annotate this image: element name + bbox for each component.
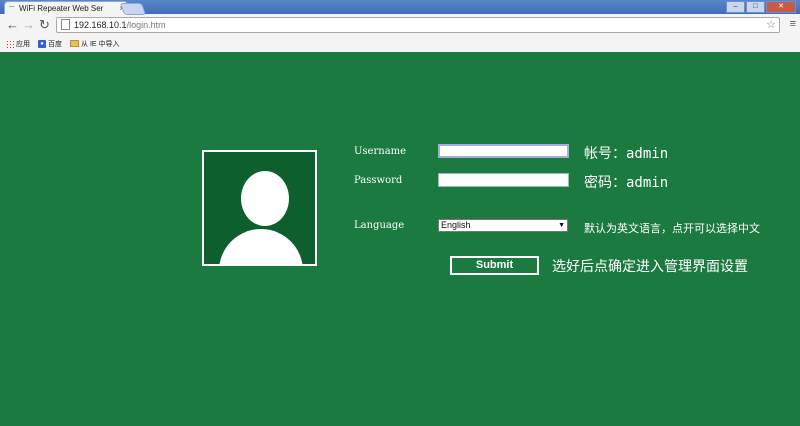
bookmarks-bar: 应用 ● 百度 从 IE 中导入 bbox=[0, 36, 120, 51]
avatar-head-icon bbox=[241, 171, 289, 226]
tab-bar: ⌔ WiFi Repeater Web Ser × – □ ✕ bbox=[0, 0, 800, 15]
address-bar[interactable]: 192.168.10.1/login.htm ☆ bbox=[56, 17, 780, 33]
password-input[interactable] bbox=[438, 173, 569, 187]
wifi-icon: ⌔ bbox=[8, 4, 16, 13]
language-select[interactable]: English ▼ bbox=[438, 219, 568, 232]
username-input[interactable] bbox=[438, 144, 569, 158]
page-icon bbox=[61, 19, 70, 30]
minimize-button[interactable]: – bbox=[726, 1, 745, 13]
browser-tab[interactable]: ⌔ WiFi Repeater Web Ser × bbox=[4, 1, 128, 14]
bookmark-baidu[interactable]: ● 百度 bbox=[38, 39, 62, 49]
window-controls: – □ ✕ bbox=[726, 1, 796, 13]
bookmark-star-icon[interactable]: ☆ bbox=[766, 18, 776, 32]
baidu-icon: ● bbox=[38, 39, 46, 48]
submit-hint: 选好后点确定进入管理界面设置 bbox=[552, 259, 748, 275]
bookmark-import-ie[interactable]: 从 IE 中导入 bbox=[70, 39, 120, 49]
browser-chrome: ⌔ WiFi Repeater Web Ser × – □ ✕ ← → ↻ 19… bbox=[0, 0, 800, 53]
nav-row: ← → ↻ 192.168.10.1/login.htm ☆ ≡ bbox=[0, 14, 800, 36]
username-hint: 帐号：admin bbox=[584, 146, 669, 162]
folder-icon bbox=[70, 40, 79, 47]
avatar-body-icon bbox=[219, 229, 303, 264]
forward-arrow-icon[interactable]: → bbox=[22, 17, 35, 33]
maximize-button[interactable]: □ bbox=[746, 1, 765, 13]
password-label: Password bbox=[354, 175, 403, 186]
back-arrow-icon[interactable]: ← bbox=[6, 17, 19, 33]
language-label: Language bbox=[354, 220, 405, 231]
menu-icon[interactable]: ≡ bbox=[790, 18, 796, 30]
url-text: 192.168.10.1/login.htm bbox=[74, 20, 166, 30]
language-hint: 默认为英文语言，点开可以选择中文 bbox=[584, 222, 760, 235]
dropdown-arrow-icon: ▼ bbox=[558, 222, 565, 229]
tab-title: WiFi Repeater Web Ser bbox=[19, 4, 104, 13]
bookmark-apps[interactable]: 应用 bbox=[6, 39, 30, 49]
apps-icon bbox=[6, 39, 14, 48]
password-hint: 密码：admin bbox=[584, 175, 669, 191]
reload-icon[interactable]: ↻ bbox=[39, 17, 50, 33]
language-selected-value: English bbox=[441, 220, 471, 230]
submit-button[interactable]: Submit bbox=[450, 256, 539, 275]
login-page bbox=[0, 52, 800, 426]
avatar bbox=[202, 150, 317, 266]
username-label: Username bbox=[354, 146, 407, 157]
close-window-button[interactable]: ✕ bbox=[766, 1, 796, 13]
